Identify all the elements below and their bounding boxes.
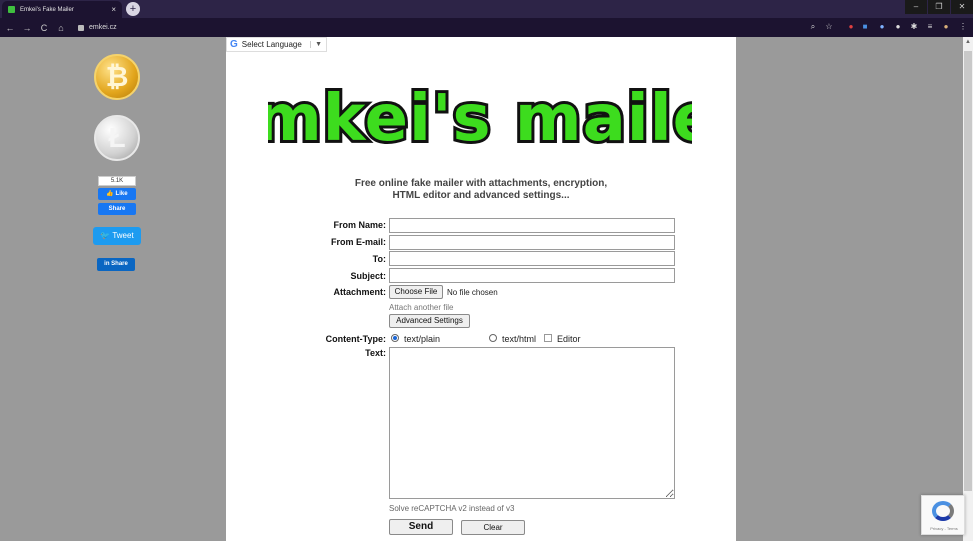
google-icon: G [230,39,238,50]
extension-puzzle-icon[interactable]: ● [893,22,903,32]
text-plain-radio[interactable] [391,334,399,342]
from-email-input[interactable] [389,235,675,250]
tab-title: Emkei's Fake Mailer [20,6,74,13]
site-logo: Emkei's mailer [268,79,692,159]
menu-icon[interactable]: ⋮ [958,22,968,32]
close-window-button[interactable]: ✕ [951,0,973,14]
browser-tab[interactable]: Emkei's Fake Mailer × [2,1,122,18]
message-textarea[interactable] [389,347,675,499]
url-field[interactable]: emkei.cz [78,24,117,31]
forward-button[interactable]: → [20,23,34,33]
chevron-down-icon: ▼ [310,41,326,48]
linkedin-share-button[interactable]: in Share [97,258,135,271]
recaptcha-footer: Privacy - Terms [930,526,958,531]
page-subtitle: Free online fake mailer with attachments… [226,178,736,202]
from-name-label: From Name: [333,220,386,230]
minimize-button[interactable]: – [905,0,927,14]
to-label: To: [372,254,386,264]
page: ₿ Ł 5.1K 👍 Like Share 🐦 Tweet in Share G… [0,37,973,541]
clear-button[interactable]: Clear [461,520,525,535]
content-type-label: Content-Type: [325,334,386,344]
vertical-scrollbar[interactable]: ▲ [963,37,973,541]
recaptcha-badge[interactable]: Privacy - Terms [921,495,965,535]
shield-icon[interactable]: ● [877,22,887,32]
send-button[interactable]: Send [389,519,453,535]
facebook-share-button[interactable]: Share [98,203,136,215]
recaptcha-v2-link[interactable]: Solve reCAPTCHA v2 instead of v3 [389,504,514,513]
back-button[interactable]: ← [3,23,17,33]
bookmark-star-icon[interactable]: ☆ [824,22,834,32]
editor-label: Editor [557,334,581,344]
litecoin-icon[interactable]: Ł [94,115,140,161]
subtitle-line-1: Free online fake mailer with attachments… [354,178,608,189]
subject-label: Subject: [350,271,386,281]
text-plain-label: text/plain [404,334,441,344]
subject-input[interactable] [389,268,675,283]
attachment-label: Attachment: [333,287,386,297]
download-icon[interactable]: ■ [860,22,870,32]
advanced-settings-button[interactable]: Advanced Settings [389,314,470,328]
select-language-label: Select Language [241,40,302,49]
playlist-icon[interactable]: ≡ [925,22,935,32]
facebook-like-button[interactable]: 👍 Like [98,188,136,200]
scroll-up-icon[interactable]: ▲ [963,37,973,47]
text-html-label: text/html [502,334,537,344]
new-tab-button[interactable]: + [126,2,140,16]
no-file-chosen-text: No file chosen [447,288,498,297]
facebook-like-count: 5.1K [98,176,136,186]
choose-file-button[interactable]: Choose File [389,285,443,299]
select-language-dropdown[interactable]: G Select Language ▼ [226,37,327,52]
logo-text: Emkei's mailer [268,82,692,156]
tweet-button[interactable]: 🐦 Tweet [93,227,141,245]
subtitle-line-2: HTML editor and advanced settings... [392,190,570,201]
attach-another-file-link[interactable]: Attach another file [389,303,453,312]
avatar[interactable]: ● [941,22,951,32]
tab-bar: Emkei's Fake Mailer × + – ❐ ✕ [0,0,973,18]
text-label: Text: [365,348,386,358]
url-text: emkei.cz [89,24,117,31]
lock-icon [78,24,84,31]
extension-icon[interactable]: ● [846,22,856,32]
from-name-input[interactable] [389,218,675,233]
to-input[interactable] [389,251,675,266]
text-html-radio[interactable] [489,334,497,342]
home-button[interactable]: ⌂ [54,23,68,33]
editor-checkbox[interactable] [544,334,552,342]
pin-icon[interactable]: ✱ [909,22,919,32]
bitcoin-icon[interactable]: ₿ [94,54,140,100]
reload-button[interactable]: C [37,23,51,33]
close-tab-icon[interactable]: × [111,5,116,14]
scrollbar-thumb[interactable] [964,51,972,491]
from-email-label: From E-mail: [330,237,386,247]
favicon-icon [8,6,15,13]
recaptcha-icon [932,501,954,521]
zoom-icon[interactable]: ⌕ [808,22,818,32]
restore-button[interactable]: ❐ [928,0,950,14]
